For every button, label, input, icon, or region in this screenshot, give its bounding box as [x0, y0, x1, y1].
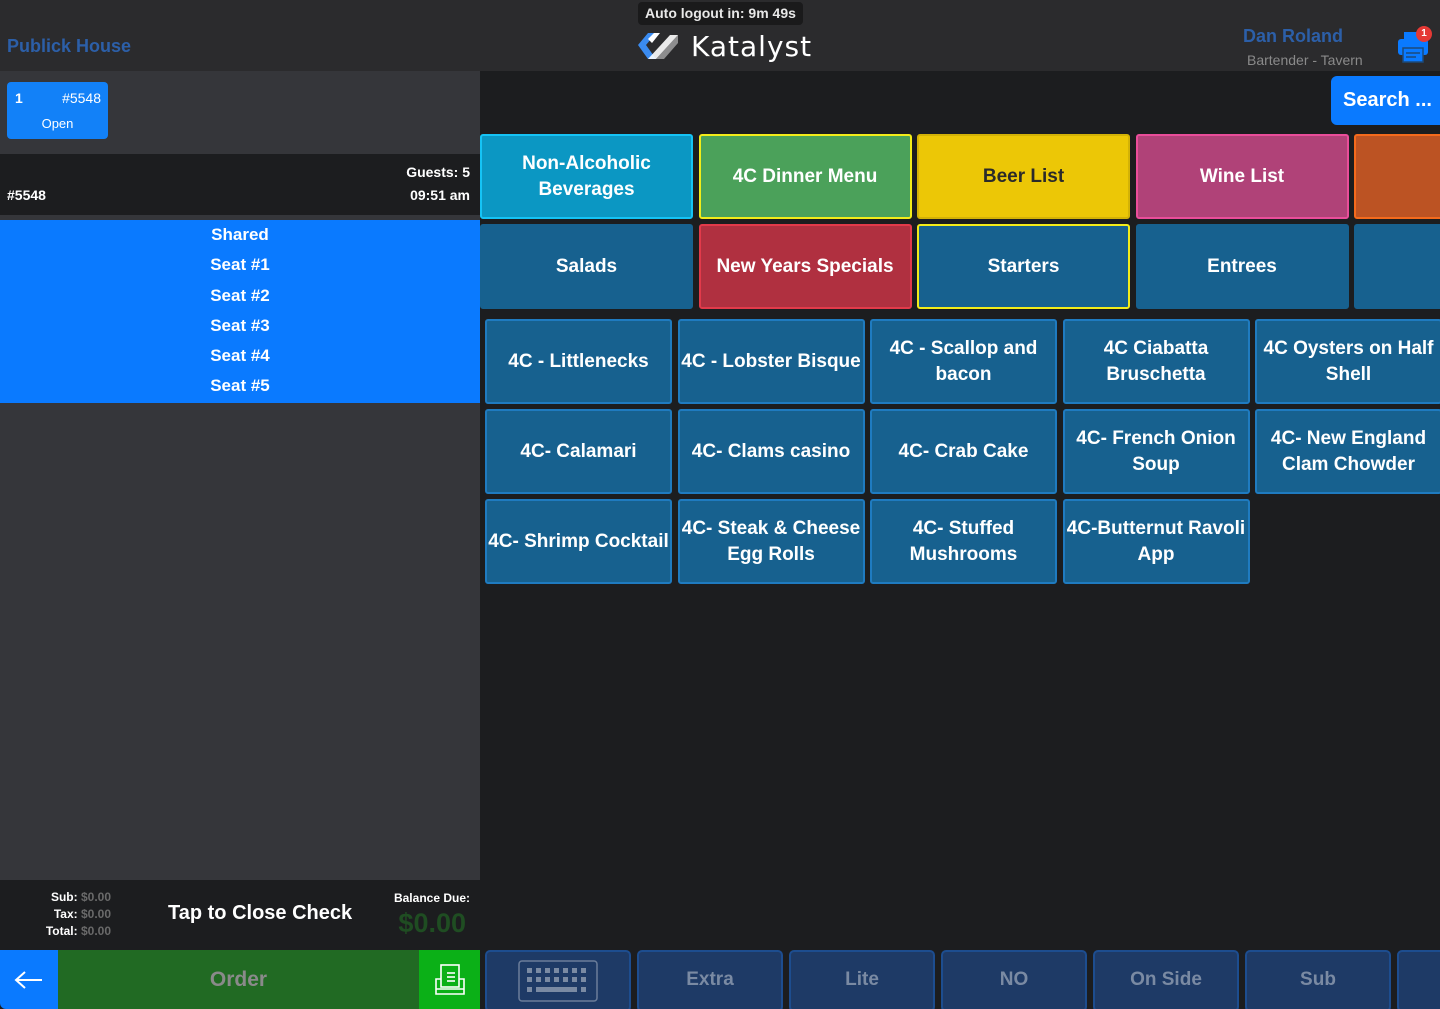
seat-item[interactable]: Seat #5: [0, 371, 480, 401]
menu-item-button[interactable]: 4C- Clams casino: [677, 409, 865, 494]
katalyst-logo-icon: [638, 33, 678, 59]
search-button[interactable]: Search ...: [1331, 76, 1440, 125]
check-panel: 1 #5548 Open #5548 Guests: 5 09:51 am Sh…: [0, 71, 480, 880]
menu-item-button[interactable]: 4C- Calamari: [485, 409, 672, 494]
menu-item-button[interactable]: 4C Oysters on Half Shell: [1255, 319, 1440, 404]
subtotal-label: Sub:: [50, 890, 78, 904]
subtotal: Sub: $0.00: [51, 890, 111, 904]
seat-item[interactable]: Seat #3: [0, 311, 480, 341]
tax: Tax: $0.00: [54, 907, 111, 921]
balance-due-value: $0.00: [398, 908, 466, 938]
modifier-button[interactable]: Sub: [1245, 950, 1391, 1009]
seat-item[interactable]: Seat #4: [0, 341, 480, 371]
category-button[interactable]: L: [1354, 134, 1440, 219]
menu-item-button[interactable]: 4C- Shrimp Cocktail: [485, 499, 672, 584]
seat-item[interactable]: Seat #1: [0, 250, 480, 280]
total-value: $0.00: [80, 924, 111, 938]
printer-badge: 1: [1416, 26, 1432, 42]
header: Publick House Auto logout in: 9m 49s Kat…: [0, 0, 1440, 71]
seat-list: Shared Seat #1 Seat #2 Seat #3 Seat #4 Seat #…: [0, 220, 480, 403]
menu-item-button[interactable]: 4C - Lobster Bisque: [677, 319, 865, 404]
category-button[interactable]: D: [1354, 224, 1440, 309]
total-label: Total:: [45, 924, 78, 938]
close-check-button[interactable]: Tap to Close Check: [168, 902, 352, 925]
auto-logout-timer: Auto logout in: 9m 49s: [638, 2, 803, 25]
category-button[interactable]: 4C Dinner Menu: [698, 134, 912, 219]
venue-name[interactable]: Publick House: [7, 36, 131, 57]
pos-app: Publick House Auto logout in: 9m 49s Kat…: [0, 0, 1440, 1009]
keyboard-button[interactable]: [485, 950, 631, 1009]
category-button[interactable]: Non-Alcoholic Beverages: [480, 134, 693, 219]
seat-item[interactable]: Seat #2: [0, 281, 480, 311]
tax-value: $0.00: [80, 907, 111, 921]
check-tab-id: #5548: [62, 90, 101, 106]
category-button[interactable]: Beer List: [917, 134, 1130, 219]
menu-item-button[interactable]: 4C Ciabatta Bruschetta: [1062, 319, 1250, 404]
category-button[interactable]: Salads: [480, 224, 693, 309]
menu-item-button[interactable]: 4C- French Onion Soup: [1062, 409, 1250, 494]
menu-item-button[interactable]: 4C- Stuffed Mushrooms: [870, 499, 1057, 584]
check-tab[interactable]: 1 #5548 Open: [7, 82, 108, 139]
menu-item-button[interactable]: 4C-Butternut Ravoli App: [1062, 499, 1250, 584]
balance-due-label: Balance Due:: [393, 891, 470, 905]
modifier-bar: ExtraLiteNOOn SideSubA: [485, 950, 1440, 1009]
check-info: #5548 Guests: 5 09:51 am: [0, 154, 480, 215]
category-button[interactable]: Wine List: [1135, 134, 1349, 219]
back-button[interactable]: [0, 950, 58, 1009]
keyboard-icon: [518, 960, 598, 1002]
order-button[interactable]: Order: [58, 950, 419, 1009]
modifier-button[interactable]: A: [1397, 950, 1440, 1009]
brand-logo: Katalyst: [634, 29, 813, 63]
menu-item-button[interactable]: 4C- Crab Cake: [870, 409, 1057, 494]
guest-count[interactable]: Guests: 5: [406, 164, 470, 180]
menu-item-button[interactable]: 4C- Steak & Cheese Egg Rolls: [677, 499, 865, 584]
arrow-left-icon: [14, 970, 42, 989]
tax-label: Tax:: [53, 907, 78, 921]
category-button[interactable]: Starters: [917, 224, 1130, 309]
modifier-button[interactable]: NO: [941, 950, 1087, 1009]
menu-item-button[interactable]: 4C - Scallop and bacon: [870, 319, 1057, 404]
total: Total: $0.00: [46, 924, 111, 938]
category-button[interactable]: New Years Specials: [698, 224, 912, 309]
check-tab-number: 1: [15, 90, 23, 106]
modifier-button[interactable]: Lite: [789, 950, 935, 1009]
modifier-button[interactable]: Extra: [637, 950, 783, 1009]
category-button[interactable]: Entrees: [1135, 224, 1349, 309]
seat-item[interactable]: Shared: [0, 220, 480, 250]
modifier-button[interactable]: On Side: [1093, 950, 1239, 1009]
open-checks-bar: 1 #5548 Open: [0, 71, 480, 154]
check-tab-status: Open: [41, 116, 74, 131]
subtotal-value: $0.00: [80, 890, 111, 904]
user-name[interactable]: Dan Roland: [1243, 26, 1343, 47]
receipt-printer-icon: [434, 963, 465, 995]
menu-item-button[interactable]: 4C - Littlenecks: [485, 319, 672, 404]
print-receipt-button[interactable]: [419, 950, 480, 1009]
totals-bar[interactable]: Sub: $0.00 Tax: $0.00 Total: $0.00 Tap t…: [0, 880, 480, 950]
user-role: Bartender - Tavern: [1247, 52, 1363, 68]
brand-name: Katalyst: [691, 29, 813, 63]
menu-item-button[interactable]: 4C- New England Clam Chowder: [1255, 409, 1440, 494]
check-time: 09:51 am: [410, 187, 470, 203]
check-id: #5548: [7, 187, 46, 203]
